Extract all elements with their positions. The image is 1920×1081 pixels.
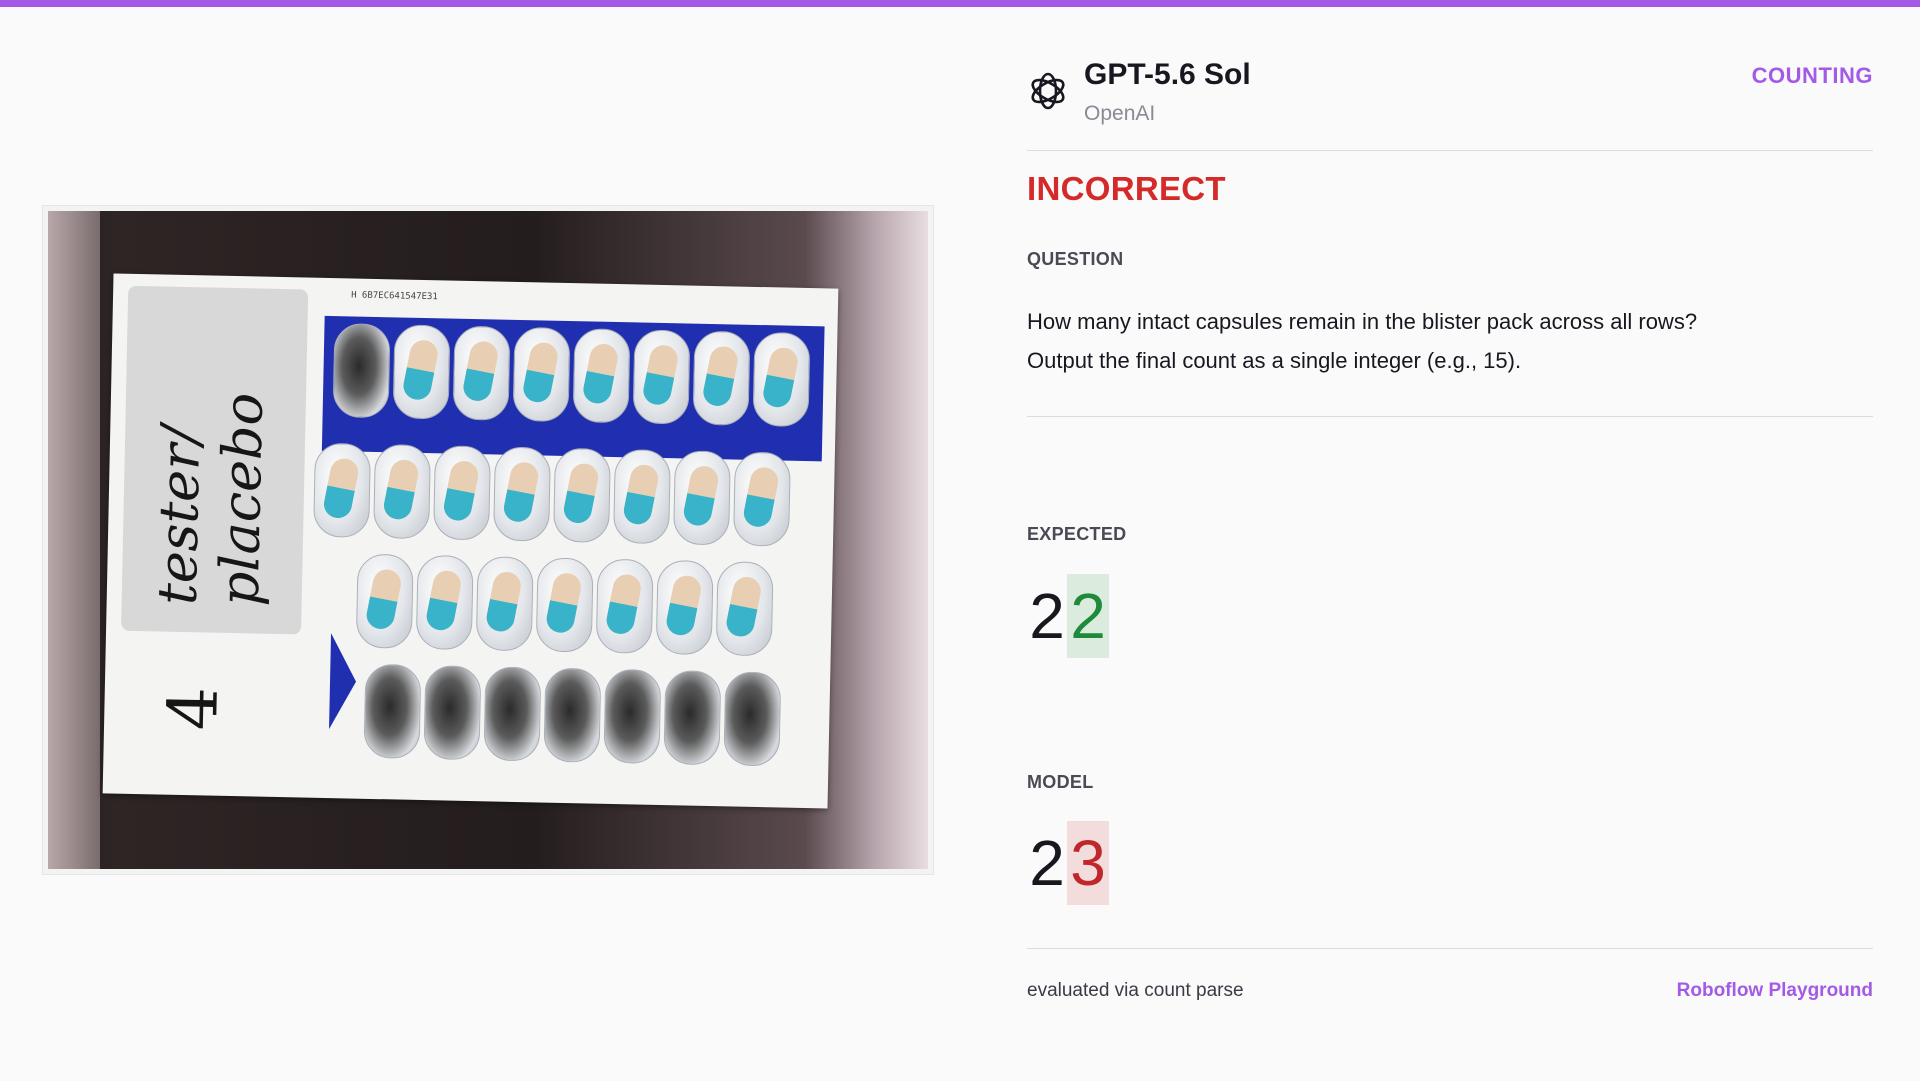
expected-answer-prefix: 2	[1029, 580, 1065, 652]
blister-pack-photo: tester/ placebo 4 H 6B7EC641547E31	[48, 211, 928, 869]
handwritten-label: tester/ placebo	[145, 392, 276, 607]
blister-cell	[475, 556, 534, 652]
blister-cell	[612, 449, 671, 545]
blister-cell	[332, 323, 391, 419]
category-badge: COUNTING	[1751, 63, 1873, 88]
blister-cell	[732, 451, 791, 547]
expected-answer: 2 2	[1027, 574, 1109, 658]
blister-cell	[355, 553, 414, 649]
model-answer-prefix: 2	[1029, 827, 1065, 899]
expected-answer-diff: 2	[1067, 574, 1109, 658]
model-answer: 2 3	[1027, 821, 1109, 905]
blister-cell	[543, 667, 602, 763]
photo-background	[48, 211, 100, 869]
model-name: GPT-5.6 Sol	[1084, 58, 1251, 91]
blister-card: tester/ placebo 4 H 6B7EC641547E31	[102, 273, 839, 809]
blister-cell	[692, 330, 751, 426]
expected-heading: EXPECTED	[1027, 524, 1127, 544]
roboflow-playground-link[interactable]: Roboflow Playground	[1677, 980, 1873, 1002]
divider	[1027, 150, 1873, 151]
blister-cell	[512, 326, 571, 423]
question-heading: QUESTION	[1027, 249, 1124, 269]
blister-cell	[632, 329, 691, 425]
divider	[1027, 416, 1873, 417]
blister-arrow	[329, 633, 358, 730]
openai-logo-icon	[1031, 72, 1065, 110]
divider	[1027, 948, 1873, 949]
card-code-text: H 6B7EC641547E31	[351, 290, 438, 303]
handwritten-number: 4	[153, 686, 234, 732]
blister-cell	[363, 663, 422, 759]
blister-cell	[452, 325, 511, 421]
blister-cell	[535, 557, 594, 653]
blister-cell	[313, 442, 372, 538]
blister-cell	[373, 443, 431, 540]
blister-cell	[493, 446, 551, 542]
blister-cell	[572, 328, 631, 424]
model-answer-diff: 3	[1067, 821, 1109, 905]
blister-cell	[752, 331, 811, 428]
blister-cell	[723, 671, 782, 767]
blister-cell	[423, 665, 482, 761]
blister-cell	[483, 666, 542, 762]
model-provider: OpenAI	[1084, 102, 1156, 125]
result-panel: GPT-5.6 Sol OpenAI COUNTING INCORRECT QU…	[1027, 0, 1873, 1081]
blister-cell	[433, 445, 491, 541]
blister-cell	[392, 324, 451, 420]
blister-cell	[553, 447, 611, 543]
blister-cell	[715, 561, 774, 657]
blister-cell	[595, 558, 654, 654]
blister-cell	[663, 670, 722, 766]
verdict-label: INCORRECT	[1027, 170, 1226, 207]
blister-cell	[603, 668, 662, 765]
blister-cell	[672, 450, 731, 546]
blister-cell	[655, 559, 714, 656]
question-image: tester/ placebo 4 H 6B7EC641547E31	[42, 205, 934, 875]
evaluation-note: evaluated via count parse	[1027, 980, 1244, 1001]
model-heading: MODEL	[1027, 772, 1094, 792]
question-text: How many intact capsules remain in the b…	[1027, 309, 1698, 373]
blister-cell	[415, 554, 474, 651]
